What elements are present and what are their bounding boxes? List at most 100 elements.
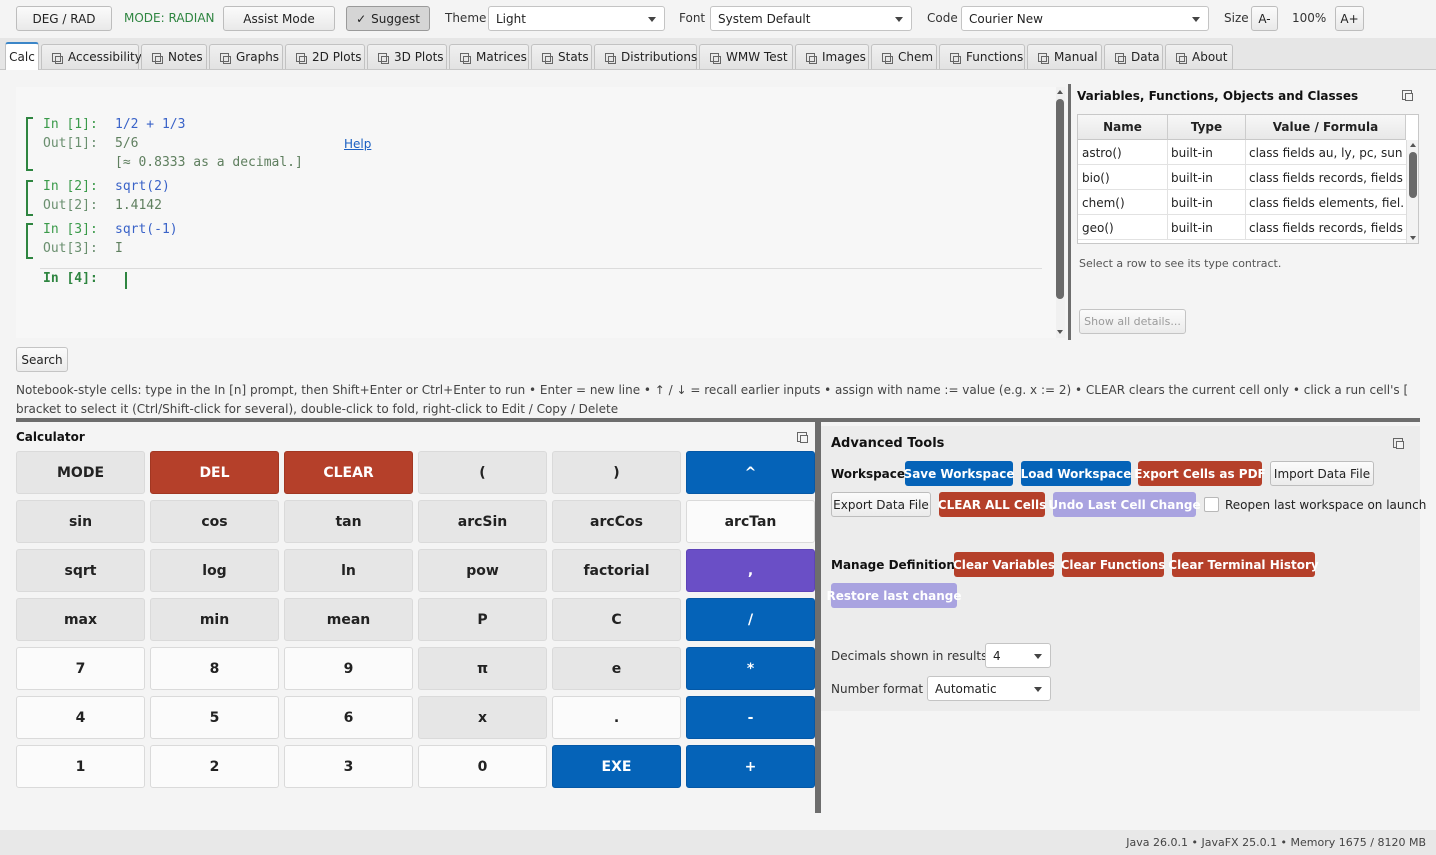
key-1[interactable]: 1 (16, 745, 145, 788)
table-row[interactable]: astro() built-in class fields au, ly, pc… (1078, 140, 1406, 165)
key-comma[interactable]: , (686, 549, 815, 592)
popout-icon[interactable] (1402, 90, 1413, 101)
key-arctan[interactable]: arcTan (686, 500, 815, 543)
key-divide[interactable]: / (686, 598, 815, 641)
decimals-select[interactable]: 4 (985, 643, 1051, 668)
cell-input[interactable]: 1/2 + 1/3 (115, 117, 185, 132)
tab-graphs[interactable]: Graphs (209, 44, 283, 69)
show-all-details-button[interactable]: Show all details... (1079, 309, 1186, 334)
undo-last-cell-button[interactable]: Undo Last Cell Change (1048, 492, 1201, 517)
tab-data[interactable]: Data (1104, 44, 1163, 69)
key-plus[interactable]: + (686, 745, 815, 788)
cell-bracket[interactable] (26, 117, 33, 171)
tab-stats[interactable]: Stats (531, 44, 592, 69)
key-multiply[interactable]: * (686, 647, 815, 690)
cell-input[interactable]: sqrt(2) (115, 179, 170, 194)
key-6[interactable]: 6 (284, 696, 413, 739)
key-e[interactable]: e (552, 647, 681, 690)
key-5[interactable]: 5 (150, 696, 279, 739)
import-data-button[interactable]: Import Data File (1270, 461, 1374, 486)
help-link[interactable]: Help (344, 137, 371, 151)
key-4[interactable]: 4 (16, 696, 145, 739)
table-row[interactable]: geo() built-in class fields records, fie… (1078, 215, 1406, 240)
cell-bracket[interactable] (26, 180, 33, 216)
tab-3d-plots[interactable]: 3D Plots (367, 44, 447, 69)
key-7[interactable]: 7 (16, 647, 145, 690)
size-increase-button[interactable]: A+ (1335, 6, 1364, 31)
tab-accessibility[interactable]: Accessibility (41, 44, 142, 69)
notebook-area[interactable]: In [1]: 1/2 + 1/3 Out[1]: 5/6 [≈ 0.8333 … (16, 87, 1056, 338)
horizontal-divider[interactable] (16, 418, 1420, 422)
deg-rad-button[interactable]: DEG / RAD (16, 6, 112, 31)
key-open-paren[interactable]: ( (418, 451, 547, 494)
key-minus[interactable]: - (686, 696, 815, 739)
scroll-up-icon[interactable] (1057, 90, 1063, 94)
tab-calc[interactable]: Calc (5, 42, 39, 70)
clear-all-cells-button[interactable]: CLEAR ALL Cells (938, 492, 1046, 517)
tab-2d-plots[interactable]: 2D Plots (285, 44, 365, 69)
scroll-thumb[interactable] (1056, 99, 1064, 299)
column-header[interactable]: Value / Formula (1246, 115, 1406, 140)
tab-matrices[interactable]: Matrices (449, 44, 529, 69)
key-sqrt[interactable]: sqrt (16, 549, 145, 592)
key-clear[interactable]: CLEAR (284, 451, 413, 494)
key-pi[interactable]: π (418, 647, 547, 690)
key-min[interactable]: min (150, 598, 279, 641)
number-format-select[interactable]: Automatic (927, 676, 1051, 701)
tab-functions[interactable]: Functions (939, 44, 1025, 69)
clear-variables-button[interactable]: Clear Variables (953, 552, 1055, 577)
theme-select[interactable]: Light (488, 6, 665, 31)
load-workspace-button[interactable]: Load Workspace (1021, 461, 1131, 486)
tab-distributions[interactable]: Distributions (594, 44, 697, 69)
scroll-thumb[interactable] (1409, 152, 1417, 198)
key-mean[interactable]: mean (284, 598, 413, 641)
table-row[interactable]: bio() built-in class fields records, fie… (1078, 165, 1406, 190)
size-decrease-button[interactable]: A- (1251, 6, 1278, 31)
key-3[interactable]: 3 (284, 745, 413, 788)
reopen-checkbox[interactable] (1204, 497, 1219, 512)
tab-chem[interactable]: Chem (871, 44, 937, 69)
scroll-up-icon[interactable] (1410, 143, 1416, 147)
key-c[interactable]: C (552, 598, 681, 641)
popout-icon[interactable] (1393, 438, 1404, 449)
key-factorial[interactable]: factorial (552, 549, 681, 592)
key-exe[interactable]: EXE (552, 745, 681, 788)
key-0[interactable]: 0 (418, 745, 547, 788)
scroll-down-icon[interactable] (1057, 330, 1063, 334)
cell-bracket[interactable] (26, 223, 33, 259)
key-mode[interactable]: MODE (16, 451, 145, 494)
clear-functions-button[interactable]: Clear Functions (1061, 552, 1165, 577)
table-scrollbar[interactable] (1406, 140, 1418, 243)
export-pdf-button[interactable]: Export Cells as PDF (1134, 461, 1266, 486)
key-2[interactable]: 2 (150, 745, 279, 788)
clear-terminal-history-button[interactable]: Clear Terminal History (1168, 552, 1319, 577)
notebook-scrollbar[interactable] (1056, 87, 1065, 338)
key-power[interactable]: ^ (686, 451, 815, 494)
split-divider[interactable] (1068, 84, 1071, 340)
key-max[interactable]: max (16, 598, 145, 641)
key-8[interactable]: 8 (150, 647, 279, 690)
key-close-paren[interactable]: ) (552, 451, 681, 494)
suggest-toggle[interactable]: ✓ Suggest (346, 6, 430, 31)
key-cos[interactable]: cos (150, 500, 279, 543)
key-sin[interactable]: sin (16, 500, 145, 543)
tab-about[interactable]: About (1165, 44, 1233, 69)
key-del[interactable]: DEL (150, 451, 279, 494)
column-header[interactable]: Type (1168, 115, 1246, 140)
search-button[interactable]: Search (16, 347, 68, 372)
cell-input[interactable]: sqrt(-1) (115, 222, 178, 237)
key-decimal-point[interactable]: . (552, 696, 681, 739)
current-cell-input[interactable] (115, 268, 1045, 292)
restore-last-change-button[interactable]: Restore last change (826, 583, 962, 608)
tab-images[interactable]: Images (795, 44, 869, 69)
key-arccos[interactable]: arcCos (552, 500, 681, 543)
code-font-select[interactable]: Courier New (961, 6, 1209, 31)
key-ln[interactable]: ln (284, 549, 413, 592)
key-log[interactable]: log (150, 549, 279, 592)
key-arcsin[interactable]: arcSin (418, 500, 547, 543)
export-data-button[interactable]: Export Data File (831, 492, 931, 517)
key-tan[interactable]: tan (284, 500, 413, 543)
key-p[interactable]: P (418, 598, 547, 641)
column-header[interactable]: Name (1078, 115, 1168, 140)
tab-manual[interactable]: Manual (1027, 44, 1102, 69)
